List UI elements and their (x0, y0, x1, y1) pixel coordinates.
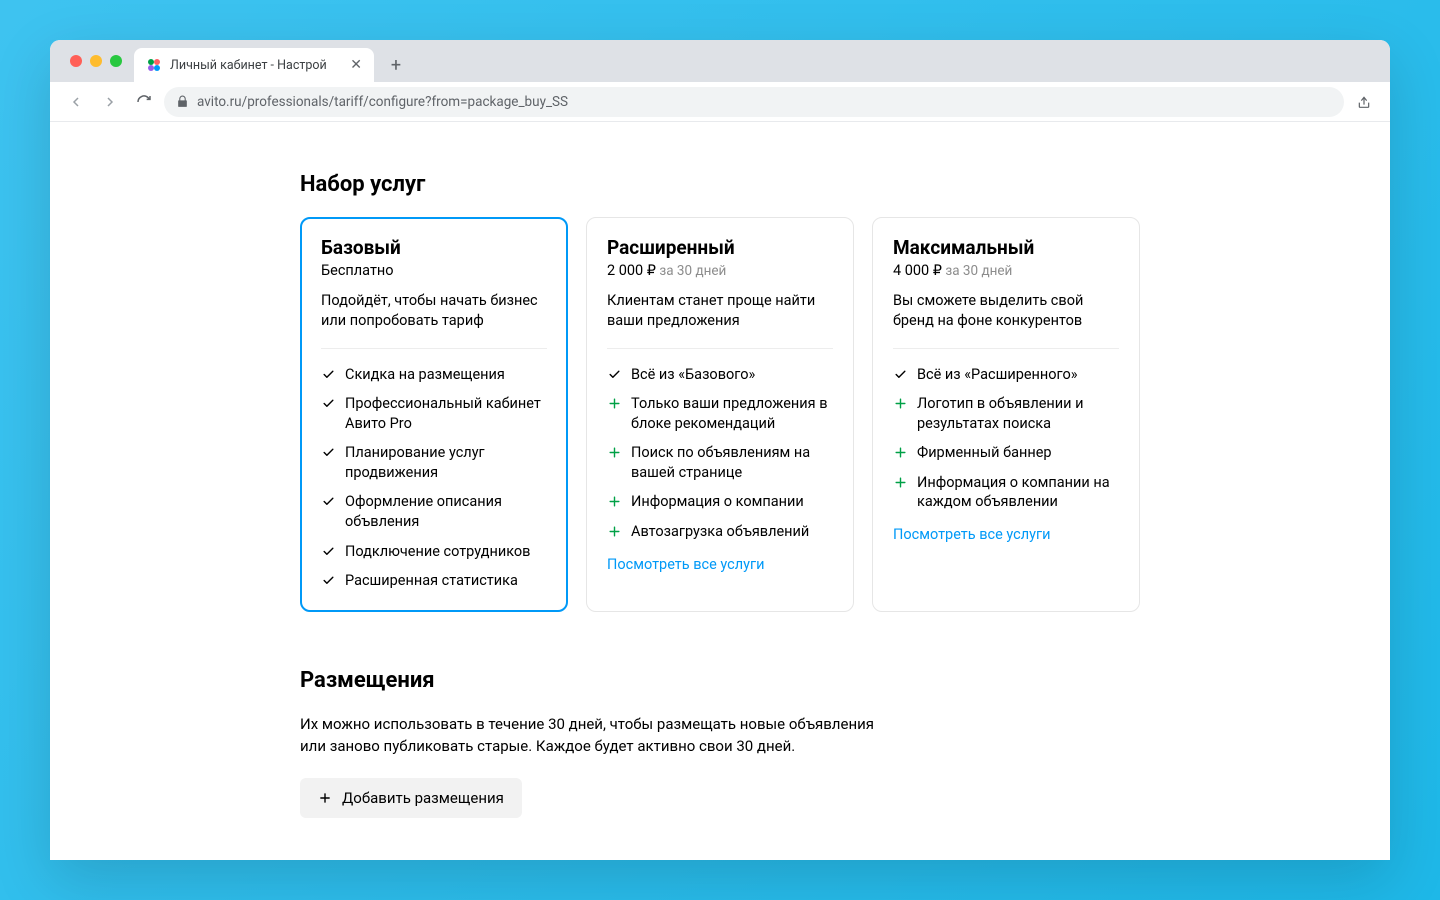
feature-list: Всё из «Расширенного» Логотип в объявлени… (893, 365, 1119, 512)
check-icon (321, 394, 335, 412)
add-placements-label: Добавить размещения (342, 789, 504, 807)
feature-item: Информация о компании (607, 492, 833, 512)
plus-icon (893, 473, 907, 491)
plan-card-1[interactable]: Расширенный 2 000 ₽ за 30 дней Клиентам ст… (586, 217, 854, 612)
close-window-button[interactable] (70, 55, 82, 67)
plus-icon (607, 522, 621, 540)
feature-text: Фирменный баннер (917, 443, 1052, 463)
maximize-window-button[interactable] (110, 55, 122, 67)
view-all-services-link[interactable]: Посмотреть все услуги (893, 526, 1050, 543)
feature-text: Информация о компании (631, 492, 804, 512)
plan-price: 2 000 ₽ за 30 дней (607, 262, 833, 279)
lock-icon (176, 95, 189, 108)
plans-row: Базовый Бесплатно Подойдёт, чтобы начать б… (300, 217, 1140, 612)
plan-price: Бесплатно (321, 262, 547, 279)
plan-description: Клиентам станет проще найти ваши предлож… (607, 291, 833, 349)
plus-icon (607, 394, 621, 412)
check-icon (321, 571, 335, 589)
feature-text: Только ваши предложения в блоке рекоменд… (631, 394, 833, 433)
placements-description: Их можно использовать в течение 30 дней,… (300, 713, 880, 758)
check-icon (893, 365, 907, 383)
feature-item: Информация о компании на каждом объявлен… (893, 473, 1119, 512)
browser-window: Личный кабинет - Настрой ✕ + avito.ru/pr… (50, 40, 1390, 860)
new-tab-button[interactable]: + (382, 51, 410, 79)
plus-icon (607, 492, 621, 510)
plan-title: Максимальный (893, 236, 1119, 259)
plan-title: Базовый (321, 236, 547, 259)
feature-list: Всё из «Базового» Только ваши предложения… (607, 365, 833, 542)
feature-item: Профессиональный кабинет Авито Pro (321, 394, 547, 433)
feature-text: Планирование услуг продвижения (345, 443, 547, 482)
plus-icon (607, 443, 621, 461)
feature-item: Планирование услуг продвижения (321, 443, 547, 482)
check-icon (321, 492, 335, 510)
plus-icon (893, 443, 907, 461)
check-icon (321, 443, 335, 461)
feature-text: Автозагрузка объявлений (631, 522, 809, 542)
forward-button[interactable] (96, 88, 124, 116)
feature-item: Автозагрузка объявлений (607, 522, 833, 542)
plus-icon (893, 394, 907, 412)
close-tab-button[interactable]: ✕ (350, 57, 362, 73)
check-icon (321, 542, 335, 560)
page-content: Набор услуг Базовый Бесплатно Подойдёт, чт… (50, 122, 1390, 860)
address-bar[interactable]: avito.ru/professionals/tariff/configure?… (164, 87, 1344, 117)
share-button[interactable] (1350, 88, 1378, 116)
feature-item: Только ваши предложения в блоке рекоменд… (607, 394, 833, 433)
plan-card-2[interactable]: Максимальный 4 000 ₽ за 30 дней Вы сможете… (872, 217, 1140, 612)
view-all-services-link[interactable]: Посмотреть все услуги (607, 556, 764, 573)
feature-item: Скидка на размещения (321, 365, 547, 385)
feature-item: Всё из «Расширенного» (893, 365, 1119, 385)
browser-tabs-bar: Личный кабинет - Настрой ✕ + (50, 40, 1390, 82)
reload-button[interactable] (130, 88, 158, 116)
feature-text: Всё из «Базового» (631, 365, 755, 385)
browser-tab[interactable]: Личный кабинет - Настрой ✕ (134, 48, 374, 82)
favicon-icon (146, 57, 162, 73)
feature-text: Расширенная статистика (345, 571, 518, 591)
minimize-window-button[interactable] (90, 55, 102, 67)
plan-description: Вы сможете выделить свой бренд на фоне к… (893, 291, 1119, 349)
plan-description: Подойдёт, чтобы начать бизнес или попроб… (321, 291, 547, 349)
feature-list: Скидка на размещения Профессиональный каб… (321, 365, 547, 591)
feature-text: Логотип в объявлении и результатах поиск… (917, 394, 1119, 433)
check-icon (321, 365, 335, 383)
tab-title: Личный кабинет - Настрой (170, 58, 327, 73)
plan-title: Расширенный (607, 236, 833, 259)
feature-text: Скидка на размещения (345, 365, 505, 385)
feature-item: Поиск по объявлениям на вашей странице (607, 443, 833, 482)
feature-item: Всё из «Базового» (607, 365, 833, 385)
url-text: avito.ru/professionals/tariff/configure?… (197, 94, 568, 110)
feature-text: Подключение сотрудников (345, 542, 530, 562)
feature-text: Оформление описания объвления (345, 492, 547, 531)
feature-text: Поиск по объявлениям на вашей странице (631, 443, 833, 482)
plan-card-0[interactable]: Базовый Бесплатно Подойдёт, чтобы начать б… (300, 217, 568, 612)
back-button[interactable] (62, 88, 90, 116)
services-section-title: Набор услуг (300, 172, 1140, 197)
feature-text: Профессиональный кабинет Авито Pro (345, 394, 547, 433)
feature-text: Информация о компании на каждом объявлен… (917, 473, 1119, 512)
window-controls (58, 40, 134, 82)
plan-price: 4 000 ₽ за 30 дней (893, 262, 1119, 279)
feature-item: Расширенная статистика (321, 571, 547, 591)
feature-text: Всё из «Расширенного» (917, 365, 1078, 385)
add-placements-button[interactable]: Добавить размещения (300, 778, 522, 818)
feature-item: Подключение сотрудников (321, 542, 547, 562)
feature-item: Оформление описания объвления (321, 492, 547, 531)
plus-icon (318, 791, 332, 805)
placements-section-title: Размещения (300, 668, 1140, 693)
browser-toolbar: avito.ru/professionals/tariff/configure?… (50, 82, 1390, 122)
check-icon (607, 365, 621, 383)
feature-item: Фирменный баннер (893, 443, 1119, 463)
feature-item: Логотип в объявлении и результатах поиск… (893, 394, 1119, 433)
